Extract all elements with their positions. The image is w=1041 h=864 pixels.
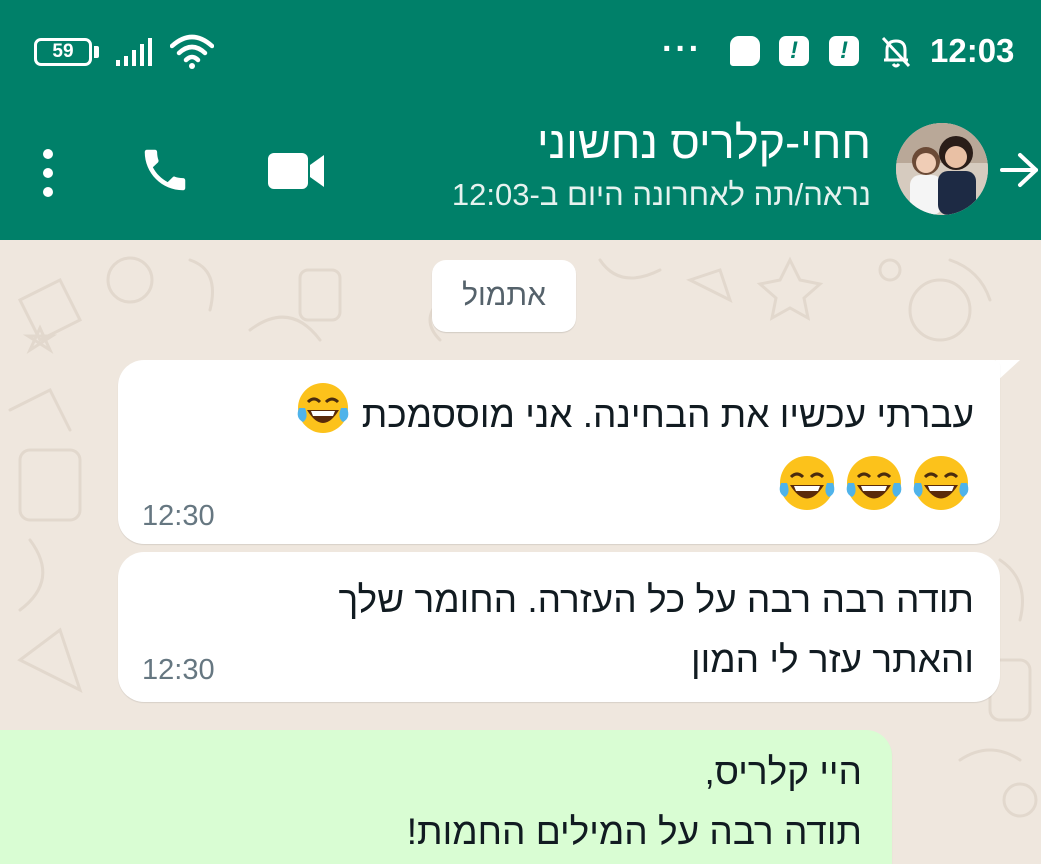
outgoing-message[interactable]: היי קלריס, תודה רבה על המילים החמות! — [0, 730, 892, 864]
incoming-message[interactable]: תודה רבה רבה על כל העזרה. החומר שלך והאת… — [118, 552, 1000, 702]
more-options-icon[interactable] — [36, 147, 60, 199]
back-arrow-icon[interactable] — [998, 149, 1040, 191]
tears-of-joy-emoji-icon — [776, 452, 974, 532]
incoming-message[interactable]: עברתי עכשיו את הבחינה. אני מוססמכת 12:30 — [118, 360, 1000, 544]
alert-notification-icon-2: ! — [829, 36, 859, 66]
bell-off-icon — [881, 36, 911, 68]
message-time: 12:30 — [142, 654, 215, 686]
contact-name[interactable]: חחי-קלריס נחשוני — [537, 117, 871, 169]
status-clock: 12:03 — [930, 32, 1015, 69]
battery-level: 59 — [52, 41, 74, 62]
video-call-icon[interactable] — [266, 149, 328, 193]
chat-header: חחי-קלריס נחשוני נראה/תה לאחרונה היום ב-… — [0, 105, 1041, 240]
avatar-photo — [896, 123, 988, 215]
message-line: עברתי עכשיו את הבחינה. אני מוססמכת — [295, 380, 974, 454]
message-text: היי קלריס, — [704, 751, 862, 792]
alert-notification-icon: ! — [779, 36, 809, 66]
date-divider: אתמול — [432, 260, 576, 332]
tears-of-joy-emoji-icon — [295, 380, 351, 454]
wifi-icon — [170, 34, 214, 69]
message-notification-icon — [730, 36, 760, 66]
message-time: 12:30 — [142, 500, 215, 532]
message-text: עברתי עכשיו את הבחינה. אני מוססמכת — [361, 393, 974, 435]
more-notifications-icon: ··· — [662, 30, 702, 68]
voice-call-icon[interactable] — [138, 143, 192, 197]
signal-icon — [116, 38, 152, 66]
message-text: תודה רבה על המילים החמות! — [406, 811, 862, 852]
message-text: תודה רבה רבה על כל העזרה. החומר שלך — [338, 579, 974, 620]
last-seen-status[interactable]: נראה/תה לאחרונה היום ב-12:03 — [452, 177, 871, 213]
contact-avatar[interactable] — [896, 123, 988, 215]
status-bar: 59 ··· ! ! 12:03 — [0, 0, 1041, 105]
emoji-line — [776, 452, 974, 532]
chat-area[interactable]: אתמול עברתי עכשיו את הבחינה. אני מוססמכת — [0, 240, 1041, 864]
battery-icon: 59 — [34, 38, 92, 66]
message-text: והאתר עזר לי המון — [690, 639, 974, 680]
battery-nub — [94, 46, 99, 58]
